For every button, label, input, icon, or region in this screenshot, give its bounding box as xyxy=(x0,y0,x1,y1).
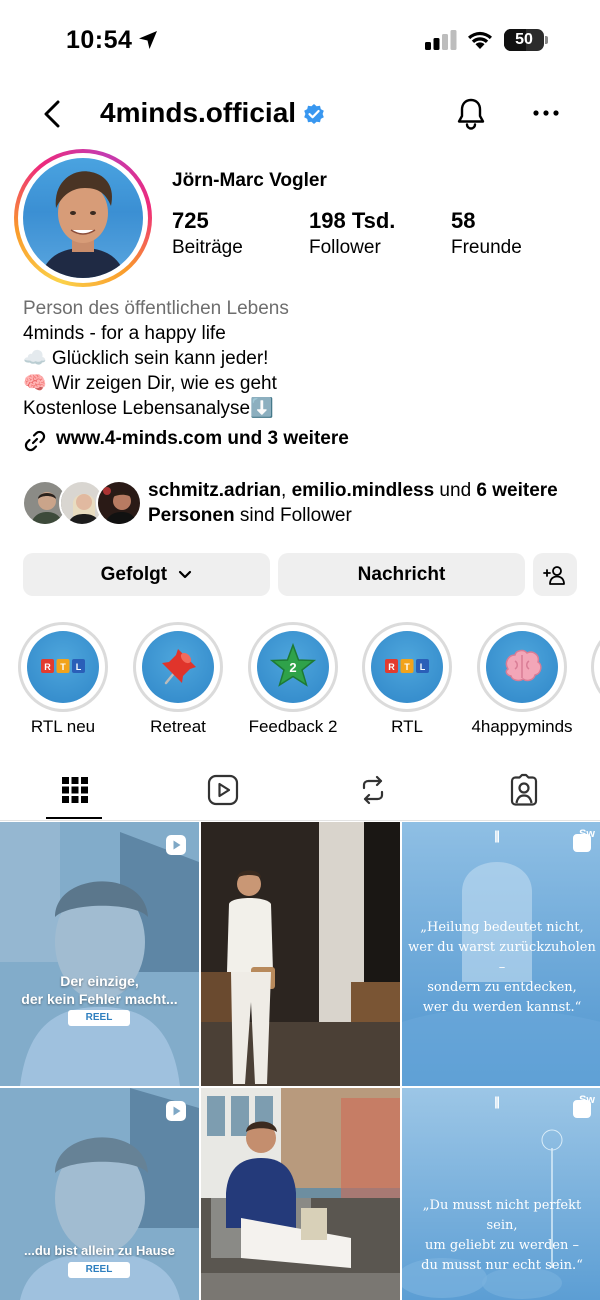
rtl-badge-letter: T xyxy=(60,662,66,672)
profile-tabs xyxy=(0,765,600,821)
stat-friends-value: 58 xyxy=(451,208,476,233)
grid-post-quote[interactable]: ||| Sw „Heilung bedeutet nicht, wer du w… xyxy=(402,822,600,1086)
tagged-icon[interactable] xyxy=(507,773,541,807)
profile-category: Person des öffentlichen Lebens xyxy=(23,298,289,319)
reel-indicator-icon xyxy=(166,835,186,855)
carousel-indicator-icon xyxy=(573,834,591,852)
battery-icon: 50 xyxy=(504,29,548,51)
profile-username: 4minds.official xyxy=(100,97,297,128)
followed-by-section[interactable]: schmitz.adrian, emilio.mindless und 6 we… xyxy=(22,478,582,532)
profile-bio: Person des öffentlichen Lebens 4minds - … xyxy=(23,296,583,421)
grid-icon[interactable] xyxy=(58,773,92,807)
stat-friends[interactable]: 58 Freunde xyxy=(451,208,522,259)
highlight-label: Feedback 2 xyxy=(248,717,338,736)
profile-link-text[interactable]: www.4-minds.com und 3 weitere xyxy=(56,428,349,450)
rtl-logo-icon: R T L xyxy=(41,659,85,673)
post-caption: der kein Fehler macht... xyxy=(21,991,178,1007)
stat-followers-value: 198 Tsd. xyxy=(309,208,396,233)
avatar-photo xyxy=(23,158,143,278)
reel-badge: REEL xyxy=(68,1010,130,1026)
notification-bell-icon[interactable] xyxy=(455,97,487,131)
follower-username[interactable]: emilio.mindless xyxy=(292,480,435,501)
stat-posts-value: 725 xyxy=(172,208,209,233)
reposts-icon[interactable] xyxy=(356,773,390,807)
stat-posts: 725 Beiträge xyxy=(172,208,243,259)
stat-followers[interactable]: 198 Tsd. Follower xyxy=(309,208,395,259)
link-icon xyxy=(24,430,46,452)
following-button[interactable]: Gefolgt xyxy=(23,553,270,596)
grid-post-photo[interactable] xyxy=(201,1088,400,1300)
bio-line: ☁️ Glücklich sein kann jeder! xyxy=(23,348,269,369)
post-caption: ...du bist allein zu Hause xyxy=(24,1243,175,1258)
post-caption: Der einzige, xyxy=(60,973,139,989)
highlight-label: 4happyminds xyxy=(471,717,573,736)
grid-post-reel[interactable]: Der einzige, der kein Fehler macht... RE… xyxy=(0,822,199,1086)
followed-by-text: schmitz.adrian, emilio.mindless und 6 we… xyxy=(148,480,558,526)
bio-line: Kostenlose Lebensanalyse⬇️ xyxy=(23,398,274,419)
rtl-badge-letter: L xyxy=(76,662,82,672)
posts-grid: Der einzige, der kein Fehler macht... RE… xyxy=(0,822,600,1300)
status-bar: 10:54 50 xyxy=(0,0,600,80)
profile-header: 4minds.official xyxy=(0,88,600,140)
rtl-badge-letter: T xyxy=(404,662,410,672)
carousel-indicator-icon xyxy=(573,1100,591,1118)
grid-post-reel[interactable]: ...du bist allein zu Hause REEL xyxy=(0,1088,199,1300)
stat-followers-label: Follower xyxy=(309,237,381,258)
highlight-label: Retreat xyxy=(150,717,206,736)
profile-avatar[interactable] xyxy=(14,149,152,287)
back-chevron-icon[interactable] xyxy=(38,98,68,130)
brand-mark-icon: ||| xyxy=(494,1094,500,1109)
rtl-logo-icon: R T L xyxy=(385,659,429,673)
message-button[interactable]: Nachricht xyxy=(278,553,525,596)
bio-line: 4minds - for a happy life xyxy=(23,323,226,344)
bio-line: 🧠 Wir zeigen Dir, wie es geht xyxy=(23,373,277,394)
battery-level: 50 xyxy=(515,31,533,48)
pushpin-icon xyxy=(162,649,196,685)
message-button-label: Nachricht xyxy=(357,564,446,585)
rtl-badge-letter: L xyxy=(420,662,426,672)
following-button-label: Gefolgt xyxy=(100,564,168,585)
svg-text:2: 2 xyxy=(289,660,296,675)
highlight-label: RTL xyxy=(391,717,423,736)
location-arrow-icon xyxy=(139,31,157,49)
reel-indicator-icon xyxy=(166,1101,186,1121)
more-options-icon[interactable] xyxy=(531,108,561,118)
post-quote: „Du musst nicht perfekt sein, um geliebt… xyxy=(421,1198,583,1273)
active-tab-indicator xyxy=(46,817,102,819)
stat-friends-label: Freunde xyxy=(451,237,522,258)
post-quote: „Heilung bedeutet nicht, wer du warst zu… xyxy=(408,920,596,1015)
stat-posts-label: Beiträge xyxy=(172,237,243,258)
highlight-label: RTL neu xyxy=(30,717,96,736)
cellular-signal-icon xyxy=(425,30,457,50)
grid-post-quote[interactable]: ||| Sw „Du musst nicht perfekt sein, um … xyxy=(402,1088,600,1300)
follower-avatar xyxy=(96,480,142,526)
star-icon: 2 xyxy=(269,642,317,687)
grid-post-photo[interactable] xyxy=(201,822,400,1086)
status-time: 10:54 xyxy=(66,26,133,54)
chevron-down-icon xyxy=(179,570,192,579)
brain-icon xyxy=(505,649,542,682)
verified-badge-icon xyxy=(304,104,324,124)
add-person-icon xyxy=(543,566,565,585)
add-person-button[interactable] xyxy=(533,553,577,596)
rtl-badge-letter: R xyxy=(388,662,395,672)
wifi-icon xyxy=(468,31,492,49)
profile-full-name: Jörn-Marc Vogler xyxy=(172,170,327,191)
reels-icon[interactable] xyxy=(206,773,240,807)
brand-mark-icon: ||| xyxy=(494,828,500,843)
follower-username[interactable]: schmitz.adrian xyxy=(148,480,281,501)
reel-badge: REEL xyxy=(68,1262,130,1278)
rtl-badge-letter: R xyxy=(44,662,51,672)
